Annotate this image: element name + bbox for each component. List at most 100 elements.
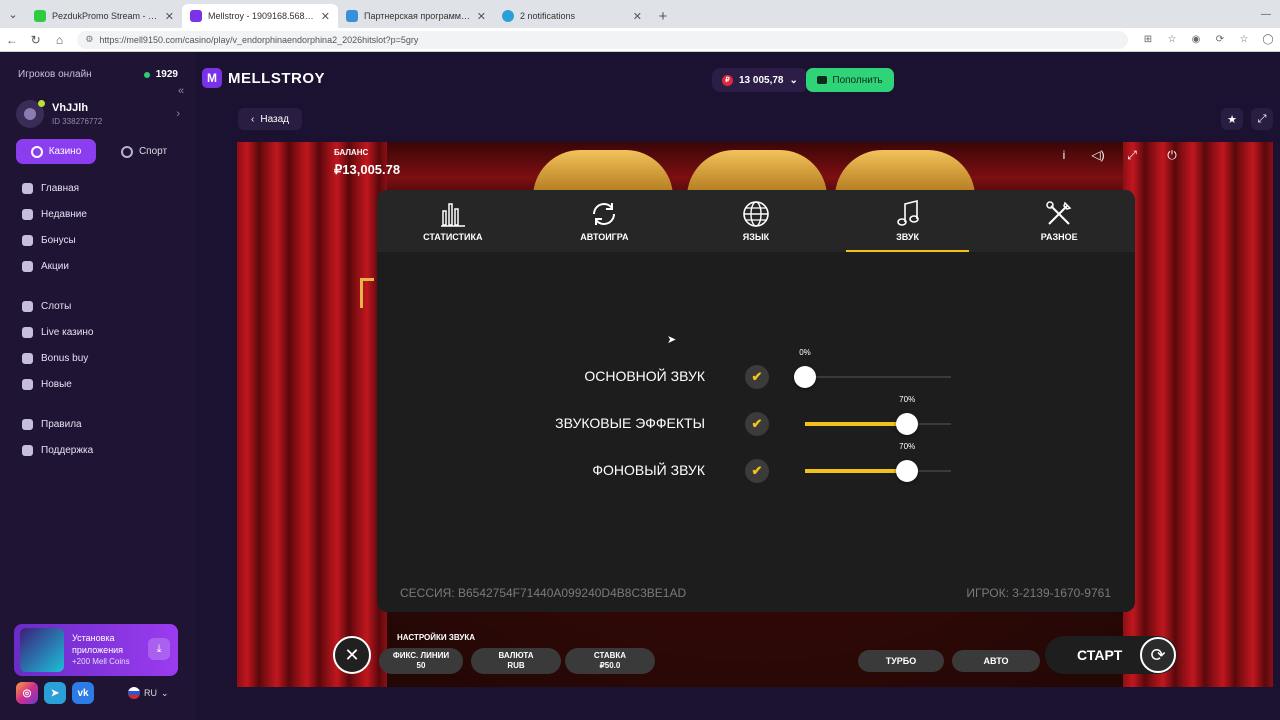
sound-icon[interactable]: ◁) <box>1091 148 1105 163</box>
tab-close-icon[interactable]: ✕ <box>477 10 486 23</box>
new-tab-icon[interactable]: + <box>650 4 676 28</box>
lines-display: ФИКС. ЛИНИИ 50 <box>379 648 463 674</box>
deposit-button[interactable]: Пополнить <box>806 68 894 92</box>
slider-handle[interactable] <box>896 413 919 435</box>
install-app-icon[interactable]: ⊞ <box>1136 34 1160 45</box>
profile-icon[interactable]: ◯ <box>1256 34 1280 45</box>
checkmark-icon[interactable]: ✔ <box>745 412 769 436</box>
slider-handle[interactable] <box>896 460 919 482</box>
user-id: ID 338276772 <box>52 117 103 126</box>
sidebar-item-rules[interactable]: Правила <box>22 411 182 437</box>
url-input[interactable]: ⚙ https://mell9150.com/casino/play/v_end… <box>77 30 1128 49</box>
browser-tab-active[interactable]: Mellstroy - 1909168.5681828707 ✕ <box>182 4 338 28</box>
tab-list-icon[interactable]: ⌄ <box>0 0 26 28</box>
back-arrow-icon[interactable]: ← <box>0 28 24 52</box>
modal-footer: СЕССИЯ: B6542754F71440A099240D4B8C3BE1AD… <box>400 586 1111 600</box>
back-button[interactable]: ‹ Назад <box>238 108 302 130</box>
browser-tab[interactable]: Партнерская программа - Winr ✕ <box>338 4 494 28</box>
tab-close-icon[interactable]: ✕ <box>321 10 330 23</box>
casino-mode-button[interactable]: Казино <box>16 139 96 164</box>
sidebar-item-support[interactable]: Поддержка <box>22 437 182 463</box>
volume-slider[interactable]: 70% <box>805 395 951 435</box>
bet-display[interactable]: СТАВКА ₽50.0 <box>565 648 655 674</box>
site-logo[interactable]: M MELLSTROY <box>202 68 325 88</box>
volume-slider[interactable]: 70% <box>805 442 951 482</box>
mode-switch: Казино Спорт <box>16 139 184 164</box>
tab-favicon <box>190 10 202 22</box>
tab-misc[interactable]: РАЗНОЕ <box>983 190 1135 252</box>
tab-close-icon[interactable]: ✕ <box>165 10 174 23</box>
tab-favicon <box>502 10 514 22</box>
sync-icon[interactable]: ⟳ <box>1208 34 1232 45</box>
reload-icon[interactable]: ↻ <box>24 28 48 52</box>
checkmark-icon[interactable]: ✔ <box>745 459 769 483</box>
sidebar-item-label: Акции <box>41 260 69 272</box>
back-label: Назад <box>260 113 289 125</box>
favorite-star-icon[interactable]: ★ <box>1221 108 1243 130</box>
game-frame[interactable]: БАЛАНС ₽13,005.78 i ◁) ⤢ ⏻ СТАТИСТИКА АВ… <box>237 142 1273 687</box>
slider-value: 0% <box>799 348 811 357</box>
spin-icon: ⟳ <box>1150 644 1166 665</box>
sidebar-item-recent[interactable]: Недавние <box>22 201 182 227</box>
home-icon[interactable]: ⌂ <box>48 28 72 52</box>
chevron-right-icon: › <box>176 108 180 120</box>
tab-title: Партнерская программа - Winr <box>364 11 471 21</box>
telegram-icon[interactable]: ➤ <box>44 682 66 704</box>
download-icon[interactable]: ⤓ <box>148 638 170 660</box>
curtain-left <box>237 142 387 687</box>
online-label: Игроков онлайн <box>18 69 92 80</box>
tab-sound[interactable]: ЗВУК <box>832 190 984 252</box>
turbo-button[interactable]: ТУРБО <box>858 650 944 672</box>
tab-statistics[interactable]: СТАТИСТИКА <box>377 190 529 252</box>
balance-dropdown[interactable]: ₽ 13 005,78 ⌄ <box>712 68 808 92</box>
extension-icon[interactable]: ◉ <box>1184 34 1208 45</box>
new-icon <box>22 378 33 390</box>
browser-tab[interactable]: PezdukPromo Stream - Watch Live ✕ <box>26 4 182 28</box>
sidebar-item-bonus-buy[interactable]: Bonus buy <box>22 345 182 371</box>
slider-handle[interactable] <box>794 366 816 388</box>
collapse-sidebar-icon[interactable]: « <box>178 85 184 97</box>
power-icon[interactable]: ⏻ <box>1165 148 1179 163</box>
sidebar-item-label: Поддержка <box>41 444 94 456</box>
checkmark-icon[interactable]: ✔ <box>745 365 769 389</box>
install-app-banner[interactable]: Установка приложения +200 Mell Coins ⤓ <box>14 624 178 676</box>
user-name: VhJJlh <box>52 102 89 114</box>
auto-button[interactable]: АВТО <box>952 650 1040 672</box>
sidebar-item-new[interactable]: Новые <box>22 371 182 397</box>
gift-icon <box>22 234 33 246</box>
language-select[interactable]: RU ⌄ <box>128 687 169 699</box>
chevron-down-icon: ⌄ <box>789 74 798 86</box>
music-note-icon <box>896 200 920 228</box>
online-count: 1929 <box>155 69 178 80</box>
minimize-icon[interactable]: — <box>1252 0 1280 28</box>
tab-label: СТАТИСТИКА <box>423 232 483 242</box>
instagram-icon[interactable]: ◎ <box>16 682 38 704</box>
spin-button[interactable]: ⟳ <box>1140 637 1176 673</box>
expand-icon[interactable]: ⤢ <box>1125 148 1139 163</box>
sidebar-item-slots[interactable]: Слоты <box>22 293 182 319</box>
game-balance-value: ₽13,005.78 <box>334 162 401 177</box>
bet-label: СТАВКА <box>593 651 627 660</box>
bookmark-star-icon[interactable]: ☆ <box>1160 34 1184 45</box>
sport-mode-button[interactable]: Спорт <box>104 139 184 164</box>
online-count-wrap: 1929 <box>143 69 178 80</box>
tab-close-icon[interactable]: ✕ <box>633 10 642 23</box>
fullscreen-icon[interactable]: ⤢ <box>1251 108 1273 130</box>
tab-language[interactable]: ЯЗЫК <box>680 190 832 252</box>
close-settings-button[interactable]: ✕ <box>333 636 371 674</box>
sidebar-item-bonuses[interactable]: Бонусы <box>22 227 182 253</box>
tab-label: ЗВУК <box>896 232 920 242</box>
browser-tab[interactable]: 2 notifications ✕ <box>494 4 650 28</box>
megaphone-icon <box>22 260 33 272</box>
sidebar-item-promotions[interactable]: Акции <box>22 253 182 279</box>
info-icon[interactable]: i <box>1057 148 1071 163</box>
sidebar-item-home[interactable]: Главная <box>22 175 182 201</box>
site-info-icon[interactable]: ⚙ <box>85 34 93 45</box>
vk-icon[interactable]: vk <box>72 682 94 704</box>
user-profile[interactable]: VhJJlh ID 338276772 › <box>16 100 180 128</box>
sidebar-item-live-casino[interactable]: Live казино <box>22 319 182 345</box>
volume-slider[interactable]: 0% <box>794 348 951 388</box>
tab-autoplay[interactable]: АВТОИГРА <box>529 190 681 252</box>
favorites-icon[interactable]: ☆ <box>1232 34 1256 45</box>
logo-text: MELLSTROY <box>228 69 325 87</box>
